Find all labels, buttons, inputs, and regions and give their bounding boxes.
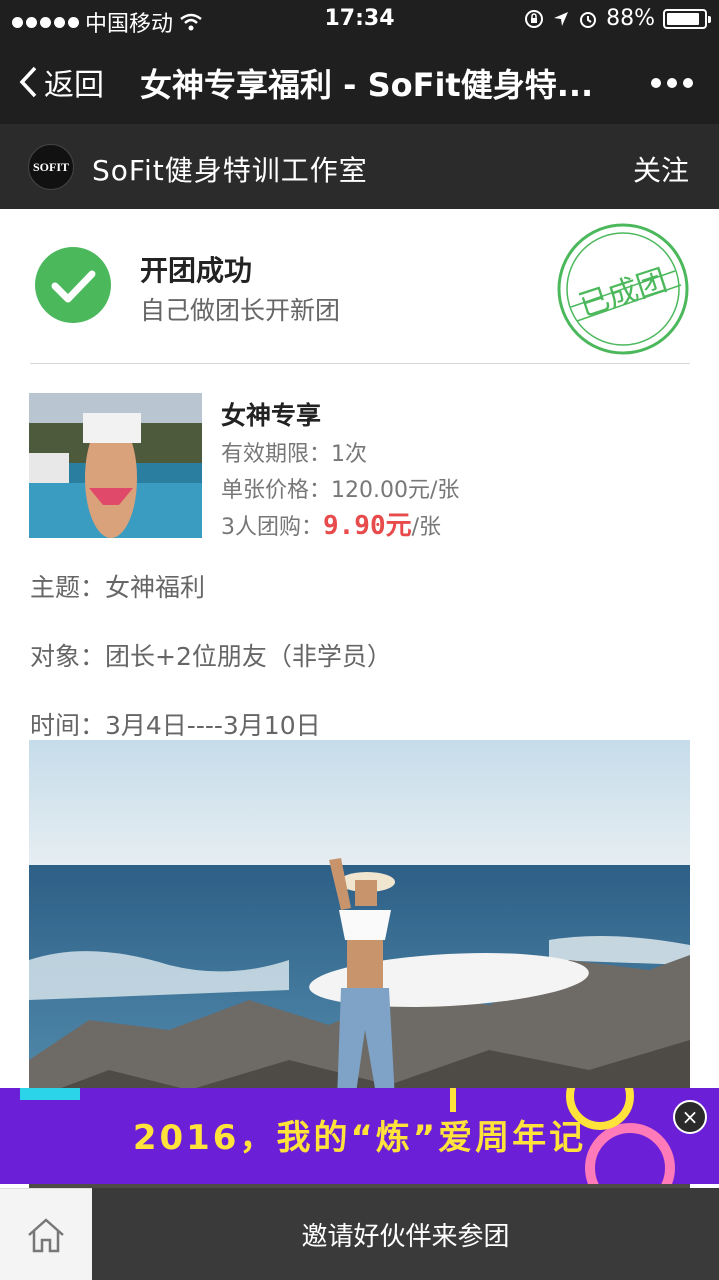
invite-friends-button[interactable]: 邀请好伙伴来参团 [92, 1188, 719, 1280]
success-check-icon [35, 247, 111, 323]
unit-price-row: 单张价格：120.00元/张 [221, 472, 459, 504]
unit-price-label: 单张价格： [221, 478, 332, 503]
group-price-row: 3人团购：9.90元/张 [221, 505, 441, 542]
divider [30, 363, 690, 364]
account-name[interactable]: SoFit健身特训工作室 [92, 149, 368, 189]
back-button[interactable]: 返回 [18, 60, 104, 104]
account-bar: SOFIT SoFit健身特训工作室 关注 [0, 124, 719, 209]
stamp-text: 已成团 [575, 263, 671, 324]
more-menu-button[interactable] [651, 78, 693, 88]
group-price-label: 3人团购： [221, 515, 323, 540]
more-dot-icon [667, 78, 677, 88]
back-label: 返回 [44, 68, 104, 103]
location-icon [554, 11, 569, 26]
unit-price-value: 120.00元/张 [331, 478, 460, 503]
battery-level [667, 12, 699, 25]
bottom-action-bar: 邀请好伙伴来参团 [0, 1188, 719, 1280]
status-bar: 中国移动 17:34 88% [0, 0, 719, 40]
banner-text: 2016，我的“炼”爱周年记 [132, 1118, 587, 1158]
home-icon [28, 1217, 64, 1252]
validity-value: 1次 [331, 442, 368, 467]
product-name: 女神专享 [221, 401, 322, 430]
chevron-left-icon [19, 66, 37, 98]
audience-text: 对象：团长+2位朋友（非学员） [30, 642, 392, 671]
validity-label: 有效期限： [221, 442, 332, 467]
time-text: 时间：3月4日----3月10日 [30, 711, 321, 740]
battery-icon [663, 8, 711, 29]
battery-percent: 88% [606, 6, 655, 31]
more-dot-icon [651, 78, 661, 88]
group-price: 9.90元 [323, 511, 412, 541]
validity-row: 有效期限：1次 [221, 436, 367, 468]
group-formed-stamp: 已成团 [557, 223, 689, 355]
alarm-icon [580, 11, 597, 28]
product-thumbnail[interactable] [29, 393, 202, 538]
theme-text: 主题：女神福利 [30, 573, 206, 602]
group-price-unit: /张 [411, 515, 442, 540]
success-title: 开团成功 [140, 254, 253, 287]
promo-banner[interactable]: 2016，我的“炼”爱周年记 × [0, 1088, 719, 1184]
home-button[interactable] [0, 1188, 92, 1280]
page-title: 女神专享福利 - SoFit健身特... [140, 66, 594, 104]
follow-button[interactable]: 关注 [633, 149, 689, 189]
success-subtitle: 自己做团长开新团 [140, 296, 341, 325]
navigation-bar: 返回 女神专享福利 - SoFit健身特... [0, 40, 719, 124]
banner-close-button[interactable]: × [673, 1100, 707, 1134]
orientation-lock-icon [525, 9, 544, 28]
account-logo[interactable]: SOFIT [28, 144, 74, 190]
status-right: 88% [524, 6, 711, 31]
group-success-header: 开团成功 自己做团长开新团 已成团 [0, 209, 719, 365]
more-dot-icon [683, 78, 693, 88]
